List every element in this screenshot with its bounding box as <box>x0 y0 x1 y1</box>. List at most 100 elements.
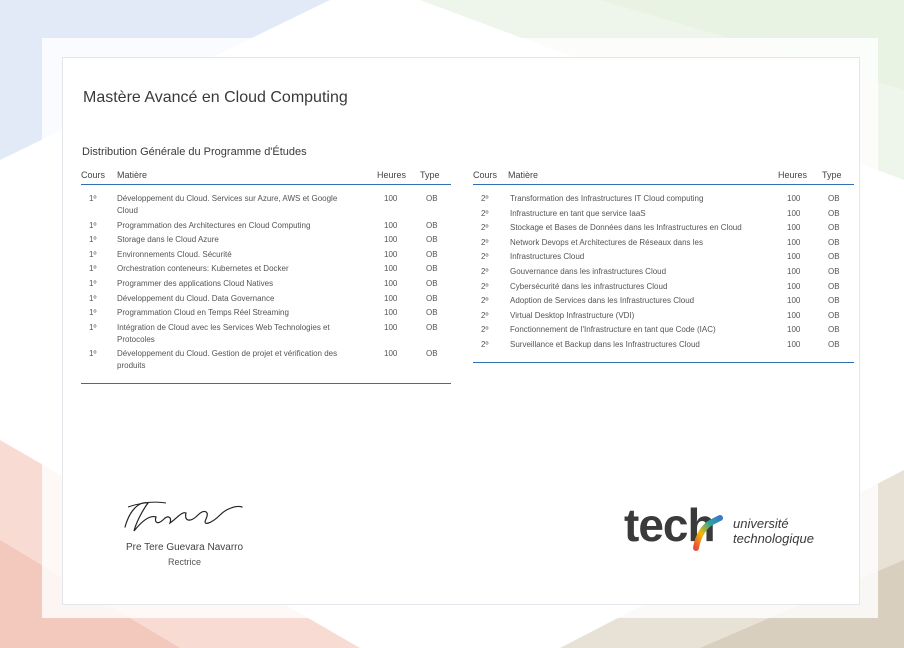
cell-type: OB <box>828 325 840 335</box>
cell-type: OB <box>426 249 438 259</box>
cell-cours: 1º <box>89 308 97 318</box>
cell-heures: 100 <box>787 252 801 262</box>
cell-heures: 100 <box>384 278 398 288</box>
cell-type: OB <box>426 194 438 203</box>
table-header: Cours Matière Heures Type <box>473 167 854 185</box>
cell-type: OB <box>426 278 438 288</box>
cell-cours: 1º <box>89 349 97 359</box>
cell-heures: 100 <box>384 194 398 203</box>
cell-matiere: Développement du Cloud. Gestion de proje… <box>117 349 338 371</box>
cell-heures: 100 <box>787 266 801 276</box>
table-row: 1º Programmer des applications Cloud Nati… <box>81 278 451 290</box>
table-body: 2º Transformation des Infrastructures IT … <box>473 185 854 363</box>
cell-heures: 100 <box>787 325 801 335</box>
table-left: Cours Matière Heures Type 1º Développemen… <box>81 167 451 384</box>
table-row: 1º Intégration de Cloud avec les Services… <box>81 322 451 346</box>
logo-text-technologique: technologique <box>733 531 814 546</box>
cell-matiere: Infrastructure en tant que service IaaS <box>510 208 646 218</box>
cell-type: OB <box>426 293 438 303</box>
certificate-content: Mastère Avancé en Cloud Computing Distri… <box>0 0 904 648</box>
table-row: 1º Développement du Cloud. Gestion de pro… <box>81 348 451 372</box>
cell-type: OB <box>828 252 840 262</box>
cell-type: OB <box>426 349 438 359</box>
cell-heures: 100 <box>384 249 398 259</box>
cell-type: OB <box>828 208 840 218</box>
header-type: Type <box>420 170 440 180</box>
cell-type: OB <box>828 237 840 247</box>
cell-matiere: Programmer des applications Cloud Native… <box>117 278 274 288</box>
table-row: 2º Stockage et Bases de Données dans les … <box>473 222 854 234</box>
header-matiere: Matière <box>508 170 539 180</box>
cell-heures: 100 <box>384 264 398 274</box>
document-title: Mastère Avancé en Cloud Computing <box>83 89 348 106</box>
cell-type: OB <box>426 235 438 245</box>
cell-cours: 2º <box>481 266 489 276</box>
cell-heures: 100 <box>787 310 801 320</box>
cell-matiere: Transformation des Infrastructures IT Cl… <box>510 194 704 203</box>
table-row: 2º Virtual Desktop Infrastructure (VDI) 10… <box>473 310 854 322</box>
table-row: 2º Infrastructure en tant que service Iaa… <box>473 208 854 220</box>
cell-cours: 1º <box>89 322 97 332</box>
cell-matiere: Stockage et Bases de Données dans les In… <box>510 223 742 233</box>
table-row: 2º Fonctionnement de l'Infrastructure en … <box>473 324 854 336</box>
cell-heures: 100 <box>384 220 398 230</box>
table-row: 1º Programmation Cloud en Temps Réel Stre… <box>81 307 451 319</box>
cell-matiere: Environnements Cloud. Sécurité <box>117 249 232 259</box>
cell-type: OB <box>426 308 438 318</box>
cell-cours: 1º <box>89 235 97 245</box>
document-subtitle: Distribution Générale du Programme d'Étu… <box>82 146 307 158</box>
cell-matiere: Network Devops et Architectures de Résea… <box>510 237 703 247</box>
cell-type: OB <box>426 264 438 274</box>
table-row: 1º Environnements Cloud. Sécurité 100 OB <box>81 249 451 261</box>
cell-type: OB <box>828 281 840 291</box>
cell-type: OB <box>828 194 840 203</box>
cell-heures: 100 <box>384 293 398 303</box>
cell-matiere: Gouvernance dans les infrastructures Clo… <box>510 266 667 276</box>
table-row: 1º Développement du Cloud. Data Governanc… <box>81 293 451 305</box>
cell-heures: 100 <box>787 237 801 247</box>
header-heures: Heures <box>377 170 407 180</box>
signature-image <box>124 501 243 532</box>
cell-matiere: Programmation Cloud en Temps Réel Stream… <box>117 308 289 318</box>
table-row: 1º Programmation des Architectures en Clo… <box>81 220 451 232</box>
table-row: 2º Adoption de Services dans les Infrastr… <box>473 295 854 307</box>
cell-matiere: Cybersécurité dans les infrastructures C… <box>510 281 668 291</box>
table-body: 1º Développement du Cloud. Services sur A… <box>81 185 451 384</box>
cell-matiere: Infrastructures Cloud <box>510 252 585 262</box>
cell-heures: 100 <box>787 296 801 306</box>
cell-type: OB <box>828 339 840 349</box>
table-row: 2º Gouvernance dans les infrastructures C… <box>473 266 854 278</box>
table-row: 2º Surveillance et Backup dans les Infras… <box>473 339 854 351</box>
cell-heures: 100 <box>787 223 801 233</box>
cell-type: OB <box>828 310 840 320</box>
cell-matiere: Virtual Desktop Infrastructure (VDI) <box>510 310 635 320</box>
cell-matiere: Développement du Cloud. Data Governance <box>117 293 275 303</box>
cell-matiere: Orchestration conteneurs: Kubernetes et … <box>117 264 289 274</box>
cell-cours: 1º <box>89 220 97 230</box>
cell-heures: 100 <box>384 308 398 318</box>
cell-cours: 2º <box>481 296 489 306</box>
cell-cours: 2º <box>481 252 489 262</box>
cell-type: OB <box>828 223 840 233</box>
table-row: 2º Transformation des Infrastructures IT … <box>473 193 854 205</box>
table-row: 2º Infrastructures Cloud 100 OB <box>473 251 854 263</box>
cell-cours: 1º <box>89 194 97 203</box>
cell-type: OB <box>828 266 840 276</box>
header-heures: Heures <box>778 170 808 180</box>
cell-matiere: Storage dans le Cloud Azure <box>117 235 219 245</box>
cell-cours: 2º <box>481 208 489 218</box>
table-row: 2º Network Devops et Architectures de Rés… <box>473 237 854 249</box>
cell-heures: 100 <box>787 281 801 291</box>
cell-matiere: Développement du Cloud. Services sur Azu… <box>117 194 338 215</box>
cell-matiere: Fonctionnement de l'Infrastructure en ta… <box>510 325 716 335</box>
cell-heures: 100 <box>787 339 801 349</box>
signatory-role: Rectrice <box>167 557 201 567</box>
logo-text-universite: université <box>733 516 789 531</box>
cell-matiere: Adoption de Services dans les Infrastruc… <box>510 296 695 306</box>
table-row: 1º Orchestration conteneurs: Kubernetes e… <box>81 263 451 275</box>
cell-cours: 2º <box>481 325 489 335</box>
cell-cours: 2º <box>481 339 489 349</box>
cell-heures: 100 <box>787 194 801 203</box>
cell-matiere: Surveillance et Backup dans les Infrastr… <box>510 339 700 349</box>
table-row: 1º Développement du Cloud. Services sur A… <box>81 193 451 217</box>
